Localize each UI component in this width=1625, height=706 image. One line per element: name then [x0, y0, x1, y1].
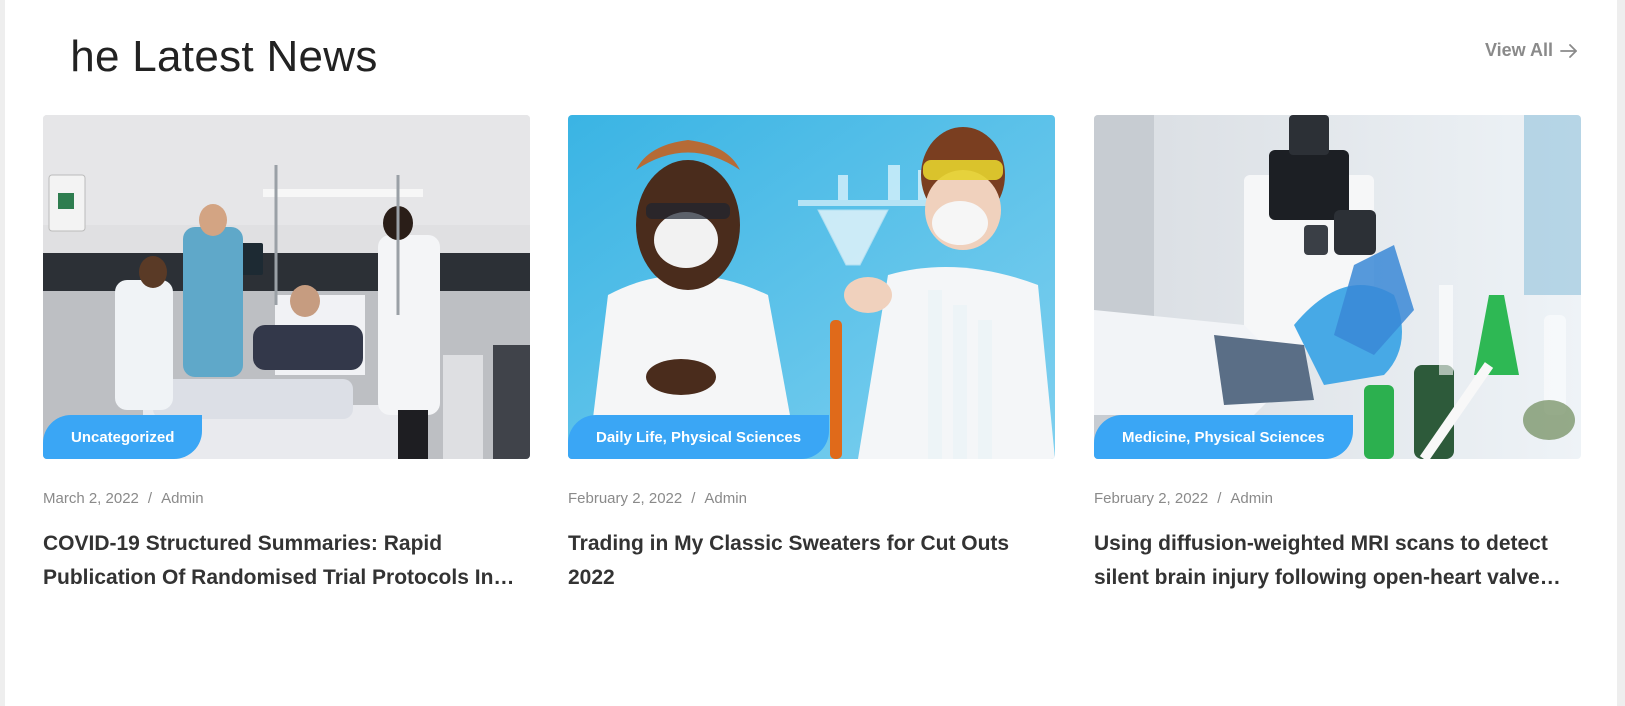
- page-frame: The Latest News View All Uncategorized M…: [5, 0, 1617, 706]
- hospital-room-image: [43, 115, 530, 459]
- news-cards: Uncategorized March 2, 2022 / Admin COVID-…: [43, 115, 1581, 615]
- post-meta: February 2, 2022 / Admin: [568, 490, 747, 507]
- lab-scientists-image: [568, 115, 1055, 459]
- news-card-image[interactable]: Medicine, Physical Sciences: [1094, 115, 1581, 459]
- arrow-right-icon: [1560, 43, 1577, 58]
- news-card-image[interactable]: Daily Life, Physical Sciences: [568, 115, 1055, 459]
- post-meta: February 2, 2022 / Admin: [1094, 490, 1273, 507]
- meta-separator: /: [691, 490, 696, 507]
- title-highlight: T: [41, 30, 70, 84]
- post-author[interactable]: Admin: [1230, 490, 1273, 507]
- category-badge[interactable]: Medicine, Physical Sciences: [1094, 415, 1353, 459]
- post-title[interactable]: Trading in My Classic Sweaters for Cut O…: [568, 527, 1055, 595]
- post-title[interactable]: COVID-19 Structured Summaries: Rapid Pub…: [43, 527, 530, 595]
- section-header: The Latest News View All: [41, 30, 1579, 90]
- news-card: Medicine, Physical Sciences February 2, …: [1094, 115, 1581, 595]
- post-meta: March 2, 2022 / Admin: [43, 490, 204, 507]
- title-rest: he Latest News: [70, 32, 378, 81]
- post-title[interactable]: Using diffusion-weighted MRI scans to de…: [1094, 527, 1581, 595]
- news-card-image[interactable]: Uncategorized: [43, 115, 530, 459]
- post-date[interactable]: March 2, 2022: [43, 490, 139, 507]
- view-all-link[interactable]: View All: [1485, 40, 1579, 61]
- meta-separator: /: [147, 490, 153, 507]
- meta-separator: /: [1217, 490, 1222, 507]
- news-card: Uncategorized March 2, 2022 / Admin COVID-…: [43, 115, 530, 595]
- section-title: The Latest News: [41, 30, 378, 84]
- post-date[interactable]: February 2, 2022: [568, 490, 682, 507]
- category-badge[interactable]: Uncategorized: [43, 415, 203, 459]
- news-card: Daily Life, Physical Sciences February 2…: [568, 115, 1055, 595]
- post-author[interactable]: Admin: [704, 490, 747, 507]
- category-badge[interactable]: Daily Life, Physical Sciences: [568, 415, 830, 459]
- post-date[interactable]: February 2, 2022: [1094, 490, 1208, 507]
- microscope-lab-image: [1094, 115, 1581, 459]
- view-all-label: View All: [1484, 40, 1553, 60]
- post-author[interactable]: Admin: [161, 490, 204, 507]
